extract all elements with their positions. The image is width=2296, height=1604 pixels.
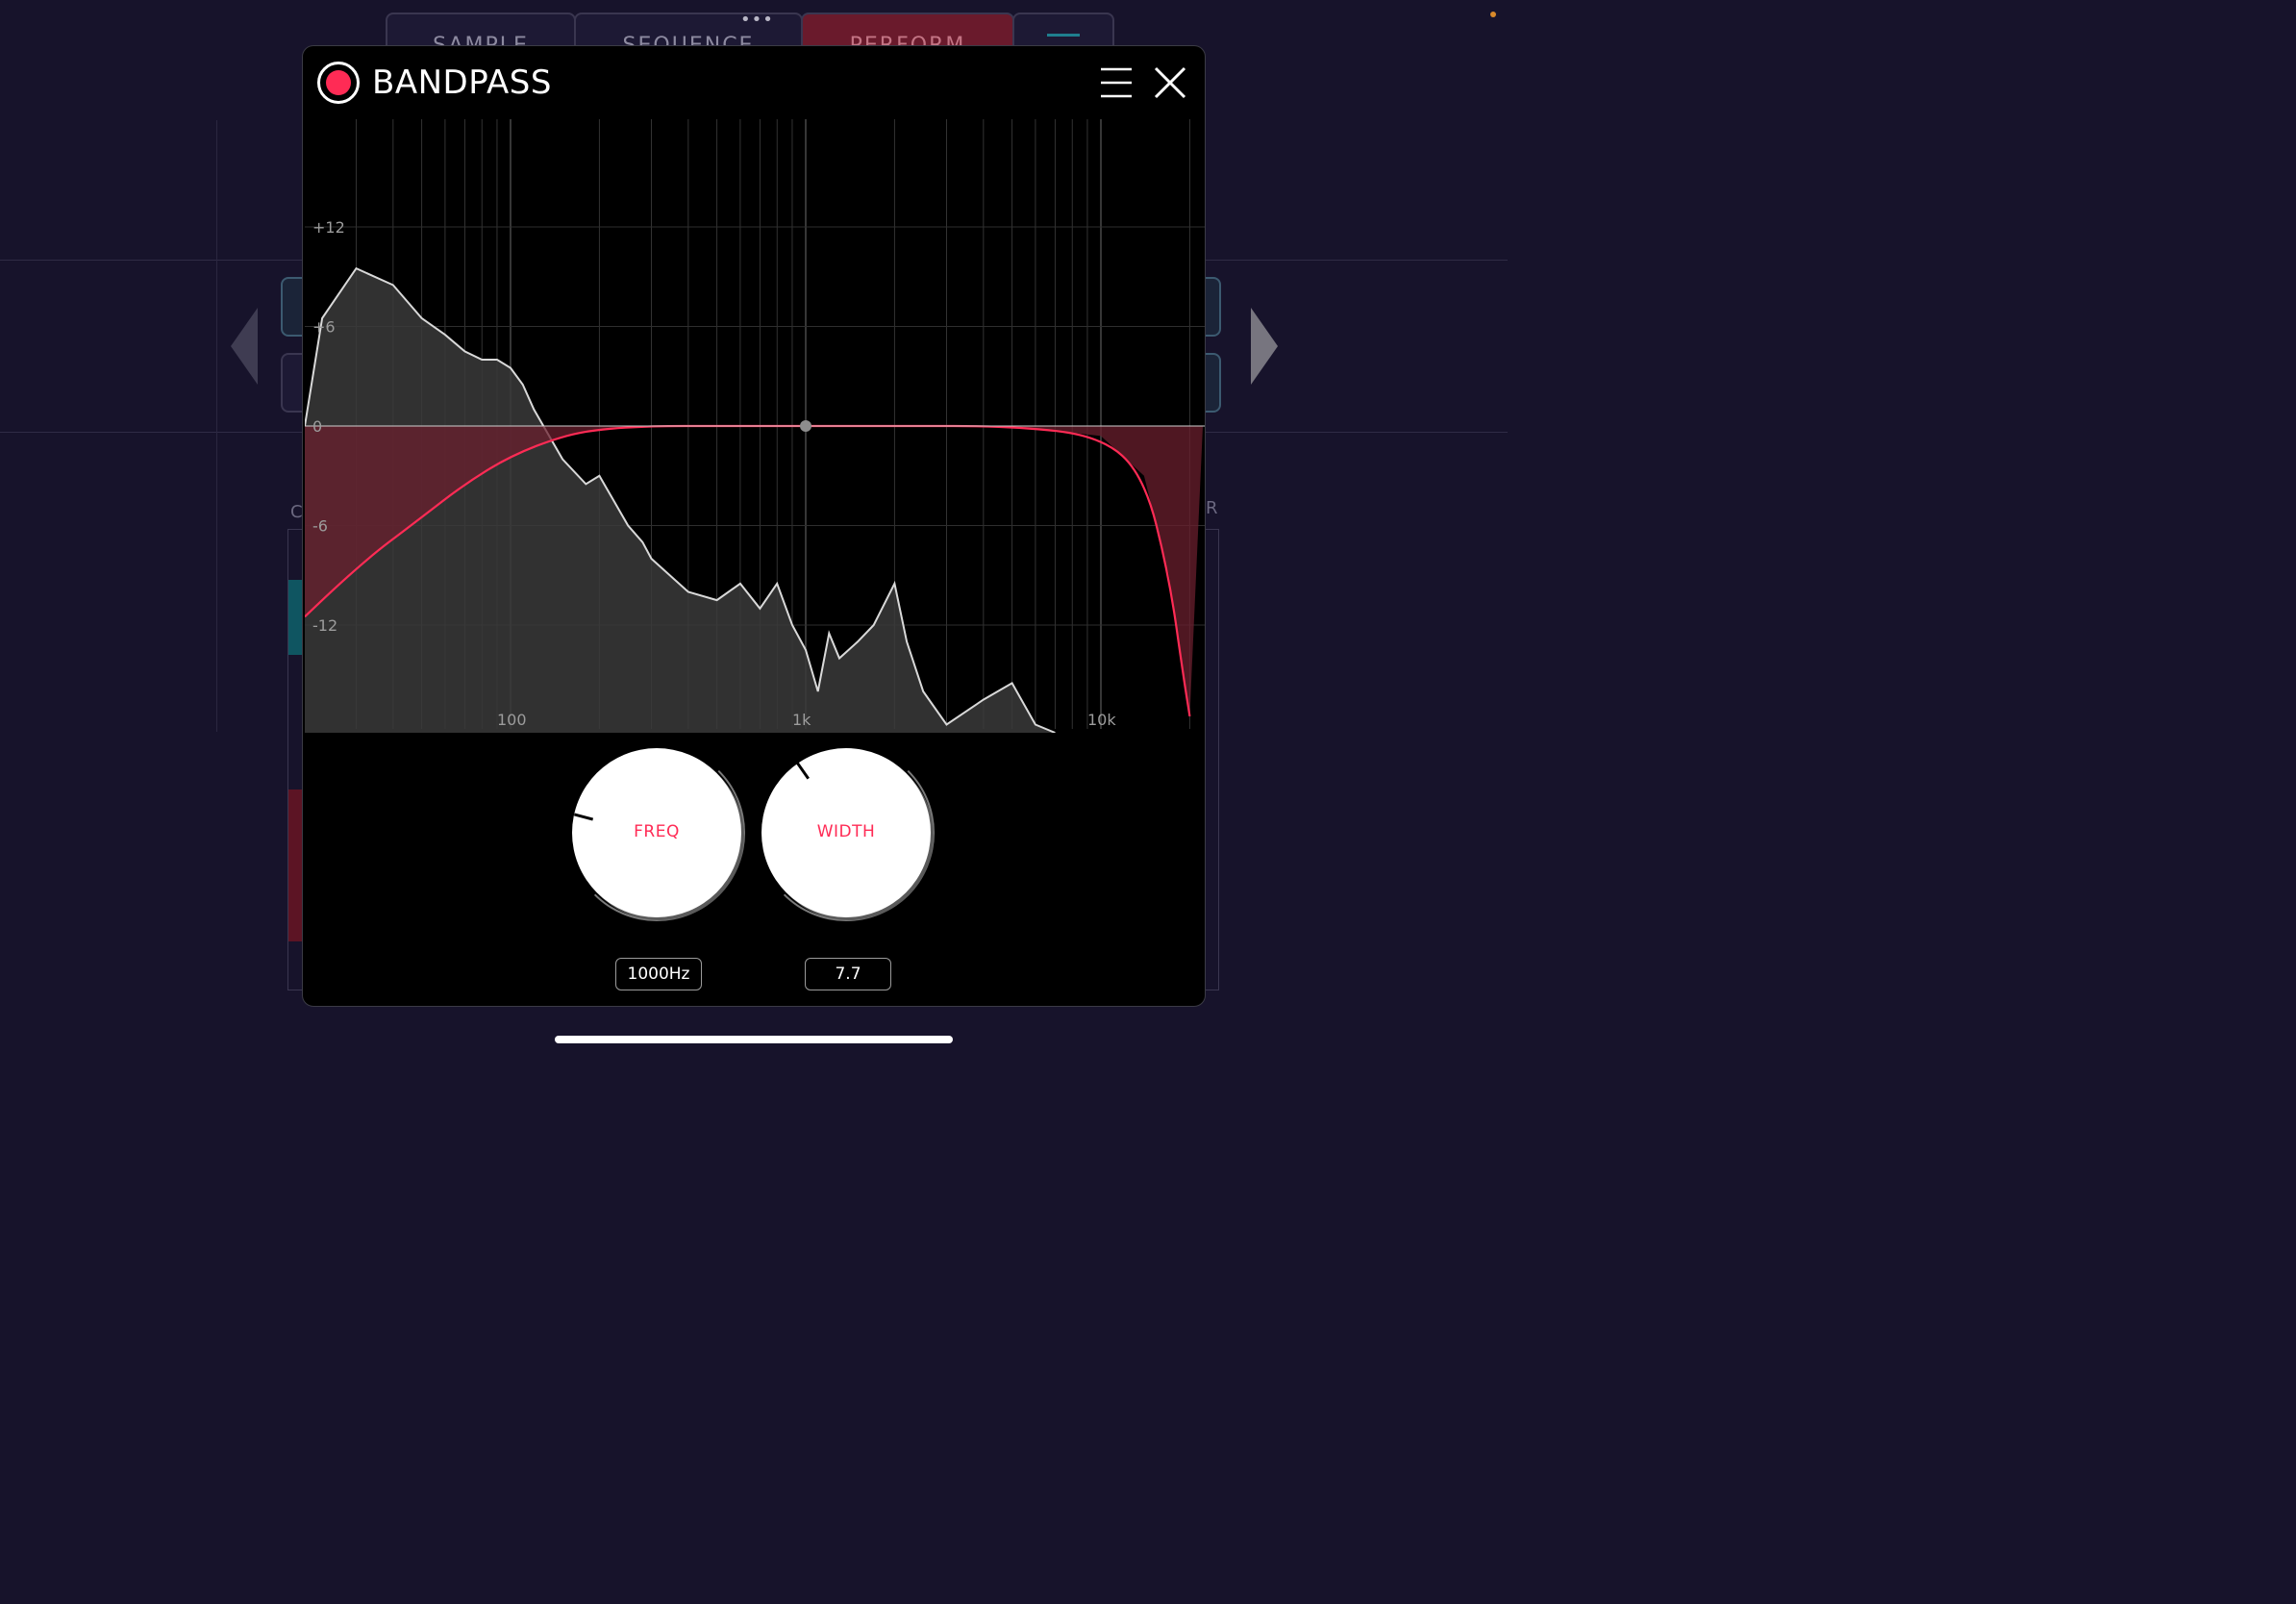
eq-chart: +12 +6 0 -6 -12 100 1k 10k bbox=[305, 119, 1205, 733]
divider bbox=[216, 120, 217, 732]
y-tick-label: +12 bbox=[312, 218, 345, 237]
width-value-field[interactable]: 7.7 bbox=[805, 958, 891, 990]
freq-value-field[interactable]: 1000Hz bbox=[615, 958, 702, 990]
previous-arrow-icon[interactable] bbox=[231, 308, 258, 385]
x-tick-label: 10k bbox=[1087, 711, 1116, 729]
dialog-title: BANDPASS bbox=[372, 63, 552, 102]
filter-control-point[interactable] bbox=[800, 420, 811, 432]
power-toggle-button[interactable] bbox=[317, 62, 360, 104]
power-indicator-icon bbox=[326, 70, 351, 95]
y-tick-label: -6 bbox=[312, 517, 328, 536]
bandpass-dialog: BANDPASS +12 +6 0 -6 -12 100 1k 10k FREQ WIDTH bbox=[302, 45, 1206, 1007]
channel-letter: R bbox=[1206, 498, 1218, 518]
y-tick-label: 0 bbox=[312, 417, 322, 436]
y-tick-label: +6 bbox=[312, 318, 336, 337]
close-icon[interactable] bbox=[1153, 65, 1187, 100]
next-arrow-icon[interactable] bbox=[1251, 308, 1278, 385]
status-dot bbox=[1490, 12, 1496, 17]
y-tick-label: -12 bbox=[312, 616, 337, 635]
more-dots-icon[interactable]: ••• bbox=[740, 10, 774, 30]
mixer-strip-right[interactable] bbox=[1204, 529, 1219, 990]
x-tick-label: 100 bbox=[497, 711, 527, 729]
freq-knob-label: FREQ bbox=[634, 822, 680, 841]
channel-letter: C bbox=[290, 502, 303, 522]
mixer-strip-left[interactable] bbox=[287, 529, 303, 990]
freq-knob[interactable]: FREQ bbox=[568, 744, 747, 923]
frequency-response-graph[interactable]: +12 +6 0 -6 -12 100 1k 10k bbox=[305, 119, 1205, 733]
hamburger-menu-icon[interactable] bbox=[1101, 67, 1132, 98]
menu-icon bbox=[1047, 34, 1080, 37]
width-knob-label: WIDTH bbox=[816, 822, 876, 841]
width-knob[interactable]: WIDTH bbox=[758, 744, 936, 923]
x-tick-label: 1k bbox=[792, 711, 811, 729]
home-indicator bbox=[555, 1036, 953, 1043]
